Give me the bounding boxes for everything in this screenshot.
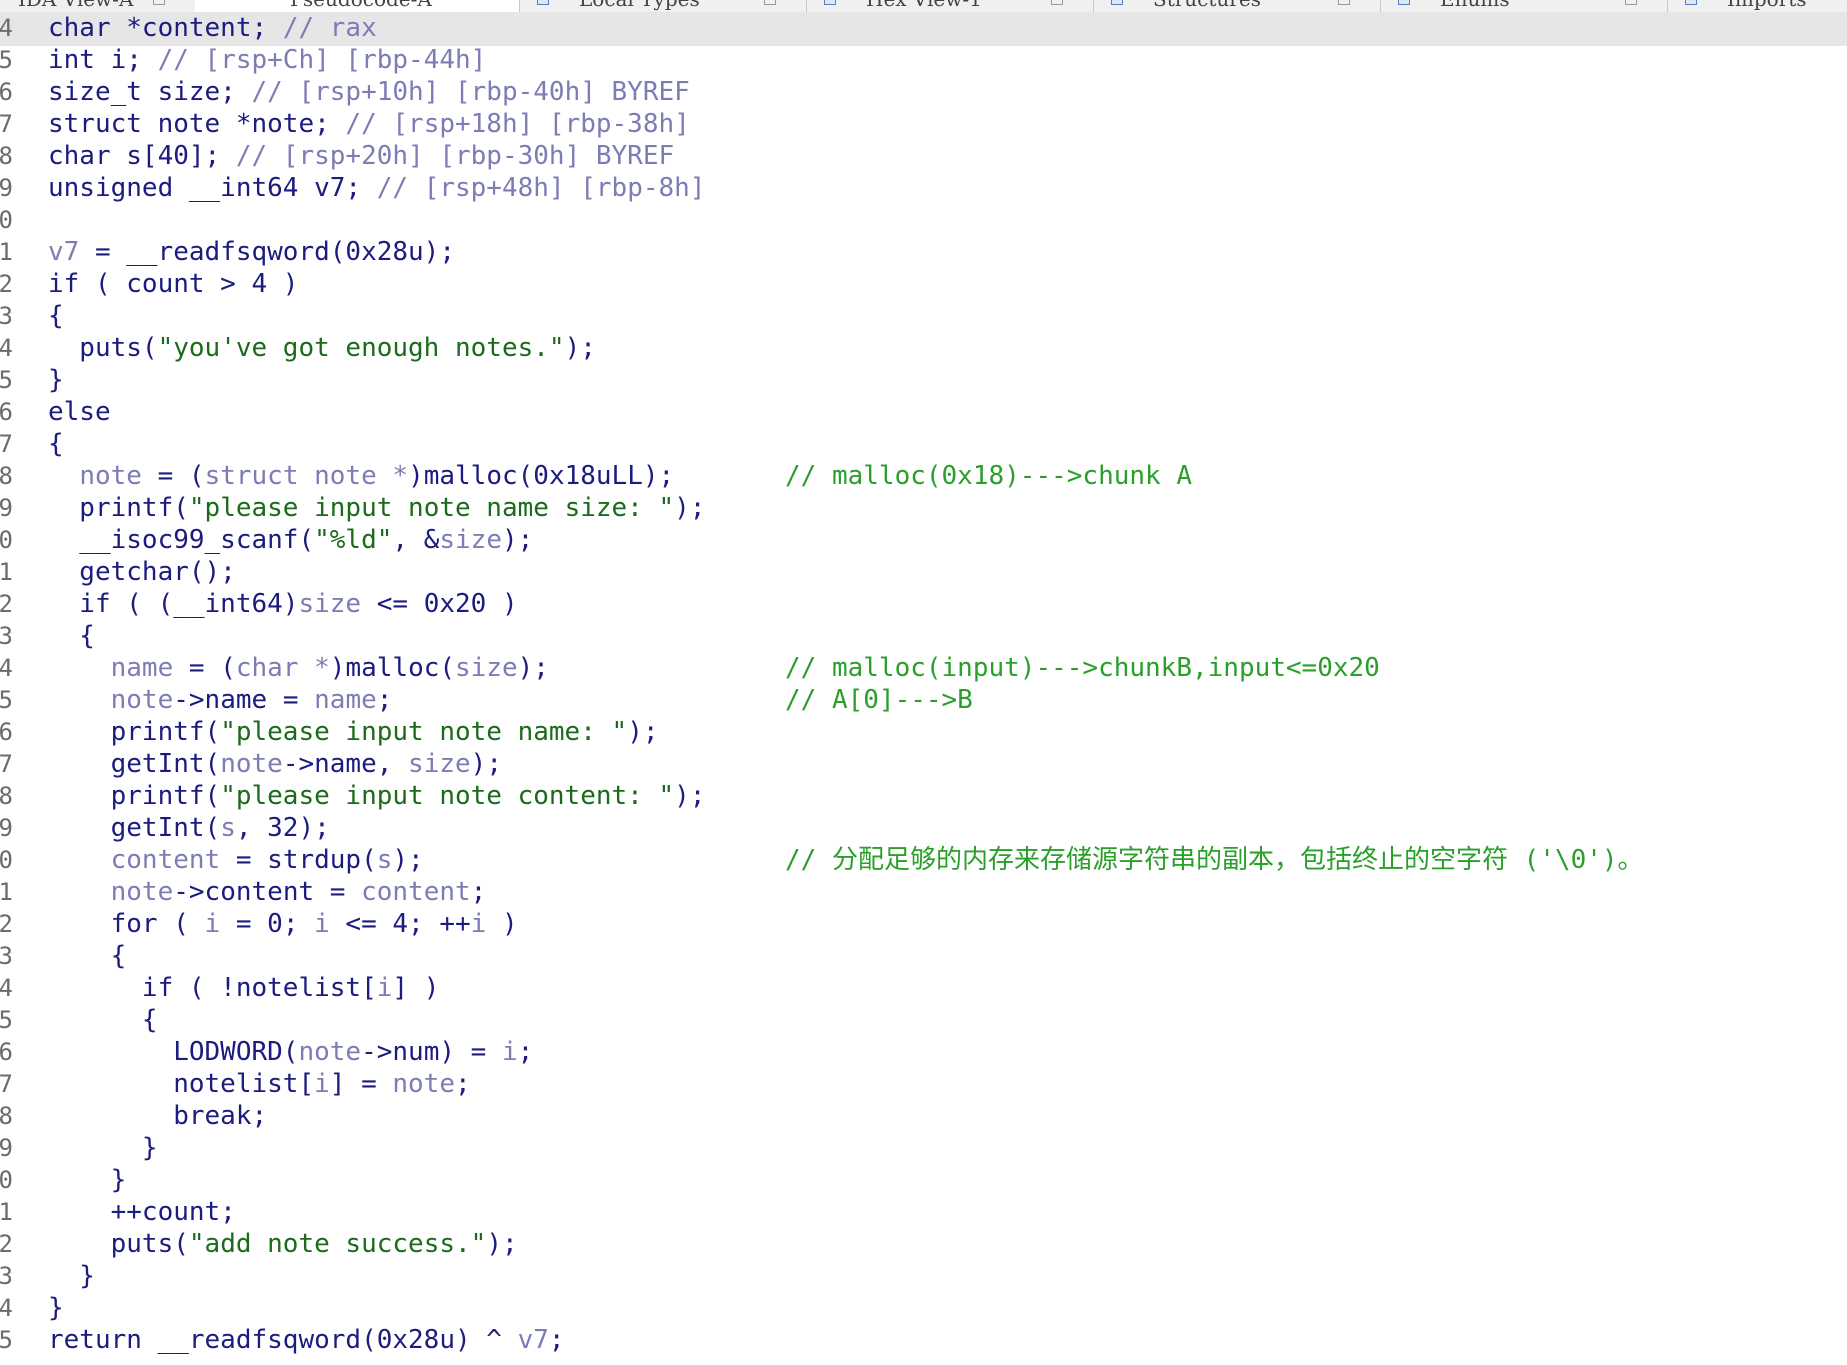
code-comment: // malloc(0x18)--->chunk A xyxy=(785,461,1192,491)
code-comment: // 分配足够的内存来存储源字符串的副本，包括终止的空字符 ('\0')。 xyxy=(785,845,1644,875)
structures-icon xyxy=(1111,0,1123,5)
code-line[interactable]: break; xyxy=(48,1100,267,1132)
code-line[interactable]: ++count; xyxy=(48,1196,236,1228)
code-line[interactable]: size_t size; // [rsp+10h] [rbp-40h] BYRE… xyxy=(48,76,690,108)
code-line[interactable]: v7 = __readfsqword(0x28u); xyxy=(48,236,455,268)
code-line[interactable]: __isoc99_scanf("%ld", &size); xyxy=(48,524,533,556)
code-line[interactable]: { xyxy=(48,428,64,460)
code-line[interactable]: notelist[i] = note; xyxy=(48,1068,470,1100)
code-line[interactable]: if ( count > 4 ) xyxy=(48,268,298,300)
tab-pseudocode-a[interactable]: Pseudocode-A xyxy=(195,0,520,12)
code-line[interactable]: getInt(s, 32); xyxy=(48,812,330,844)
code-line[interactable]: } xyxy=(48,1260,95,1292)
code-line[interactable]: } xyxy=(48,1164,127,1196)
code-line[interactable]: { xyxy=(48,940,127,972)
code-line[interactable]: name = (char *)malloc(size);// malloc(in… xyxy=(48,652,1838,684)
code-line[interactable]: note->name = name;// A[0]--->B xyxy=(48,684,1838,716)
code-line[interactable]: { xyxy=(48,620,95,652)
code-line[interactable]: struct note *note; // [rsp+18h] [rbp-38h… xyxy=(48,108,690,140)
tab-label: Enums xyxy=(1440,0,1510,11)
tab-ida-view-a[interactable]: IDA View-A xyxy=(0,0,196,12)
code-line[interactable]: printf("please input note name size: "); xyxy=(48,492,705,524)
code-comment: // malloc(input)--->chunkB,input<=0x20 xyxy=(785,653,1380,683)
code-line[interactable]: note->content = content; xyxy=(48,876,487,908)
close-icon[interactable] xyxy=(1625,0,1637,5)
tab-label: Local Types xyxy=(579,0,700,11)
code-line[interactable]: int i; // [rsp+Ch] [rbp-44h] xyxy=(48,44,486,76)
code-line[interactable]: getInt(note->name, size); xyxy=(48,748,502,780)
tab-imports[interactable]: Imports xyxy=(1667,0,1847,12)
code-line[interactable]: getchar(); xyxy=(48,556,236,588)
enums-icon xyxy=(1398,0,1410,5)
code-line[interactable]: LODWORD(note->num) = i; xyxy=(48,1036,533,1068)
close-icon[interactable] xyxy=(1051,0,1063,5)
code-line[interactable]: { xyxy=(48,1004,158,1036)
code-line[interactable]: printf("please input note content: "); xyxy=(48,780,706,812)
code-line[interactable]: } xyxy=(48,1132,158,1164)
code-line[interactable]: else xyxy=(48,396,111,428)
tab-enums[interactable]: Enums xyxy=(1380,0,1668,12)
tab-label: Structures xyxy=(1153,0,1261,11)
tab-local-types[interactable]: Local Types xyxy=(519,0,807,12)
code-line[interactable]: printf("please input note name: "); xyxy=(48,716,659,748)
code-comment: // A[0]--->B xyxy=(785,685,973,715)
code-line[interactable]: for ( i = 0; i <= 4; ++i ) xyxy=(48,908,518,940)
code-line[interactable]: content = strdup(s);// 分配足够的内存来存储源字符串的副本… xyxy=(48,844,1838,876)
tab-label: Pseudocode-A xyxy=(290,0,432,11)
code-line[interactable]: } xyxy=(48,364,64,396)
code-line[interactable]: if ( !notelist[i] ) xyxy=(48,972,439,1004)
close-icon[interactable] xyxy=(764,0,776,5)
hex-view-icon xyxy=(824,0,836,5)
code-line[interactable]: } xyxy=(48,1292,64,1324)
code-line[interactable]: { xyxy=(48,300,64,332)
close-icon[interactable] xyxy=(1338,0,1350,5)
pseudocode-view[interactable]: char *content; // rax int i; // [rsp+Ch]… xyxy=(0,12,1847,1365)
code-line[interactable]: return __readfsqword(0x28u) ^ v7; xyxy=(48,1324,565,1356)
code-line[interactable]: char s[40]; // [rsp+20h] [rbp-30h] BYREF xyxy=(48,140,674,172)
local-types-icon xyxy=(537,0,549,5)
code-line[interactable]: puts("you've got enough notes."); xyxy=(48,332,596,364)
tab-label: Imports xyxy=(1727,0,1807,11)
code-line[interactable]: puts("add note success."); xyxy=(48,1228,518,1260)
close-icon[interactable] xyxy=(153,0,165,5)
tab-structures[interactable]: Structures xyxy=(1093,0,1381,12)
tab-label: IDA View-A xyxy=(18,0,133,11)
tab-hex-view-1[interactable]: Hex View-1 xyxy=(806,0,1094,12)
code-line[interactable]: unsigned __int64 v7; // [rsp+48h] [rbp-8… xyxy=(48,172,705,204)
code-line[interactable]: if ( (__int64)size <= 0x20 ) xyxy=(48,588,517,620)
code-line[interactable]: char *content; // rax xyxy=(48,12,377,44)
imports-icon xyxy=(1685,0,1697,5)
tab-label: Hex View-1 xyxy=(866,0,982,11)
code-line[interactable]: note = (struct note *)malloc(0x18uLL);//… xyxy=(48,460,1838,492)
